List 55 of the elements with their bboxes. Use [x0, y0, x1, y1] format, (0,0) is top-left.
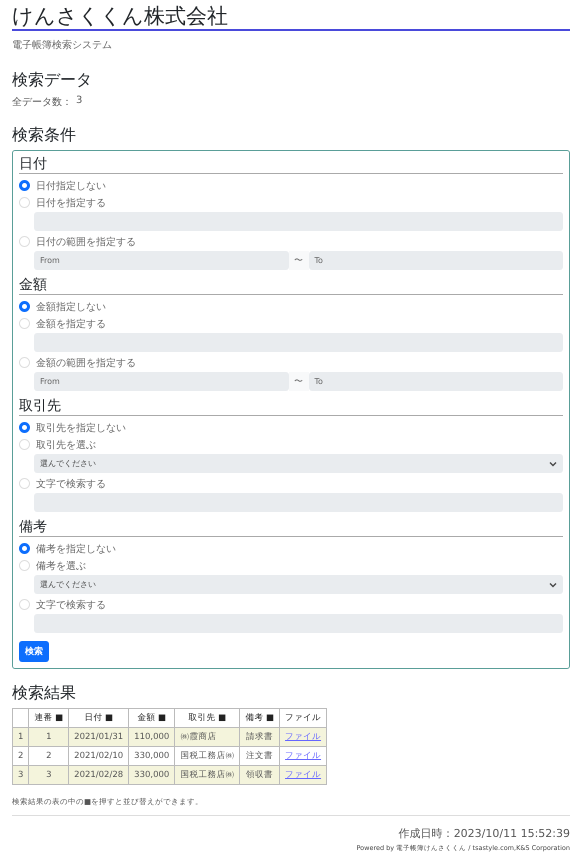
- subtitle: 電子帳簿検索システム: [12, 38, 113, 52]
- option-label: 取引先を選ぶ: [36, 438, 96, 452]
- table-cell: 国税工務店㈱: [174, 766, 240, 784]
- group-title: 取引先: [19, 397, 563, 416]
- table-cell: ㈱霞商店: [174, 728, 240, 746]
- from-field[interactable]: From: [34, 372, 288, 391]
- created-timestamp: 作成日時：2023/10/11 15:52:39: [398, 826, 570, 841]
- option-label: 日付指定しない: [36, 180, 106, 192]
- section-heading: 検索結果: [12, 683, 77, 703]
- range-separator: 〜: [288, 372, 308, 391]
- from-field[interactable]: From: [34, 251, 288, 270]
- table-cell: 請求書: [240, 728, 280, 746]
- option-label: 金額の範囲を指定する: [36, 356, 136, 370]
- option-label: 取引先を指定しない: [36, 422, 126, 434]
- option-label: 金額指定しない: [36, 300, 106, 314]
- header-cell: [12, 708, 29, 728]
- table-cell: 1: [28, 728, 69, 746]
- section-heading: 検索データ: [12, 70, 93, 90]
- table-cell: 2021/02/28: [68, 766, 129, 784]
- table-cell: 110,000: [128, 728, 175, 746]
- option-label: 備考を指定しない: [36, 542, 116, 556]
- option-label: 文字で検索する: [36, 478, 106, 490]
- chevron-icon: [549, 582, 557, 588]
- option-label: 文字で検索する: [36, 598, 106, 612]
- option-label: 日付の範囲を指定する: [36, 236, 136, 248]
- table-cell: 1: [12, 728, 29, 746]
- radio-button[interactable]: [19, 180, 30, 191]
- group-title: 金額: [19, 276, 563, 295]
- option-label: 備考を選ぶ: [36, 560, 86, 572]
- table-cell: 3: [28, 766, 69, 784]
- table-cell: 3: [12, 766, 29, 784]
- range-separator: 〜: [288, 251, 308, 270]
- group-title: 備考: [19, 518, 563, 537]
- table-cell: 領収書: [240, 766, 280, 784]
- section-heading: 検索条件: [12, 125, 77, 145]
- chevron-icon: [549, 460, 557, 466]
- file-link[interactable]: ファイル: [285, 732, 322, 742]
- count-label: 全データ数：: [12, 96, 72, 109]
- group-title: 日付: [19, 155, 563, 174]
- radio-button[interactable]: [19, 422, 30, 433]
- radio-button[interactable]: [19, 543, 30, 554]
- page-title: けんさくくん株式会社: [12, 4, 570, 31]
- radio-button[interactable]: [19, 301, 30, 312]
- search-button[interactable]: 検索: [19, 641, 49, 662]
- option-label: 日付を指定する: [36, 196, 106, 210]
- table-cell: 2021/01/31: [68, 728, 129, 746]
- to-field[interactable]: To: [308, 251, 563, 270]
- file-link[interactable]: ファイル: [285, 751, 322, 761]
- count-value: 3: [76, 95, 82, 108]
- file-link[interactable]: ファイル: [285, 770, 322, 780]
- select-dropdown[interactable]: 選んでください: [34, 575, 563, 594]
- select-dropdown[interactable]: 選んでください: [34, 454, 563, 473]
- table-cell: 330,000: [128, 766, 175, 784]
- to-field[interactable]: To: [308, 372, 563, 391]
- option-label: 金額を指定する: [36, 318, 106, 330]
